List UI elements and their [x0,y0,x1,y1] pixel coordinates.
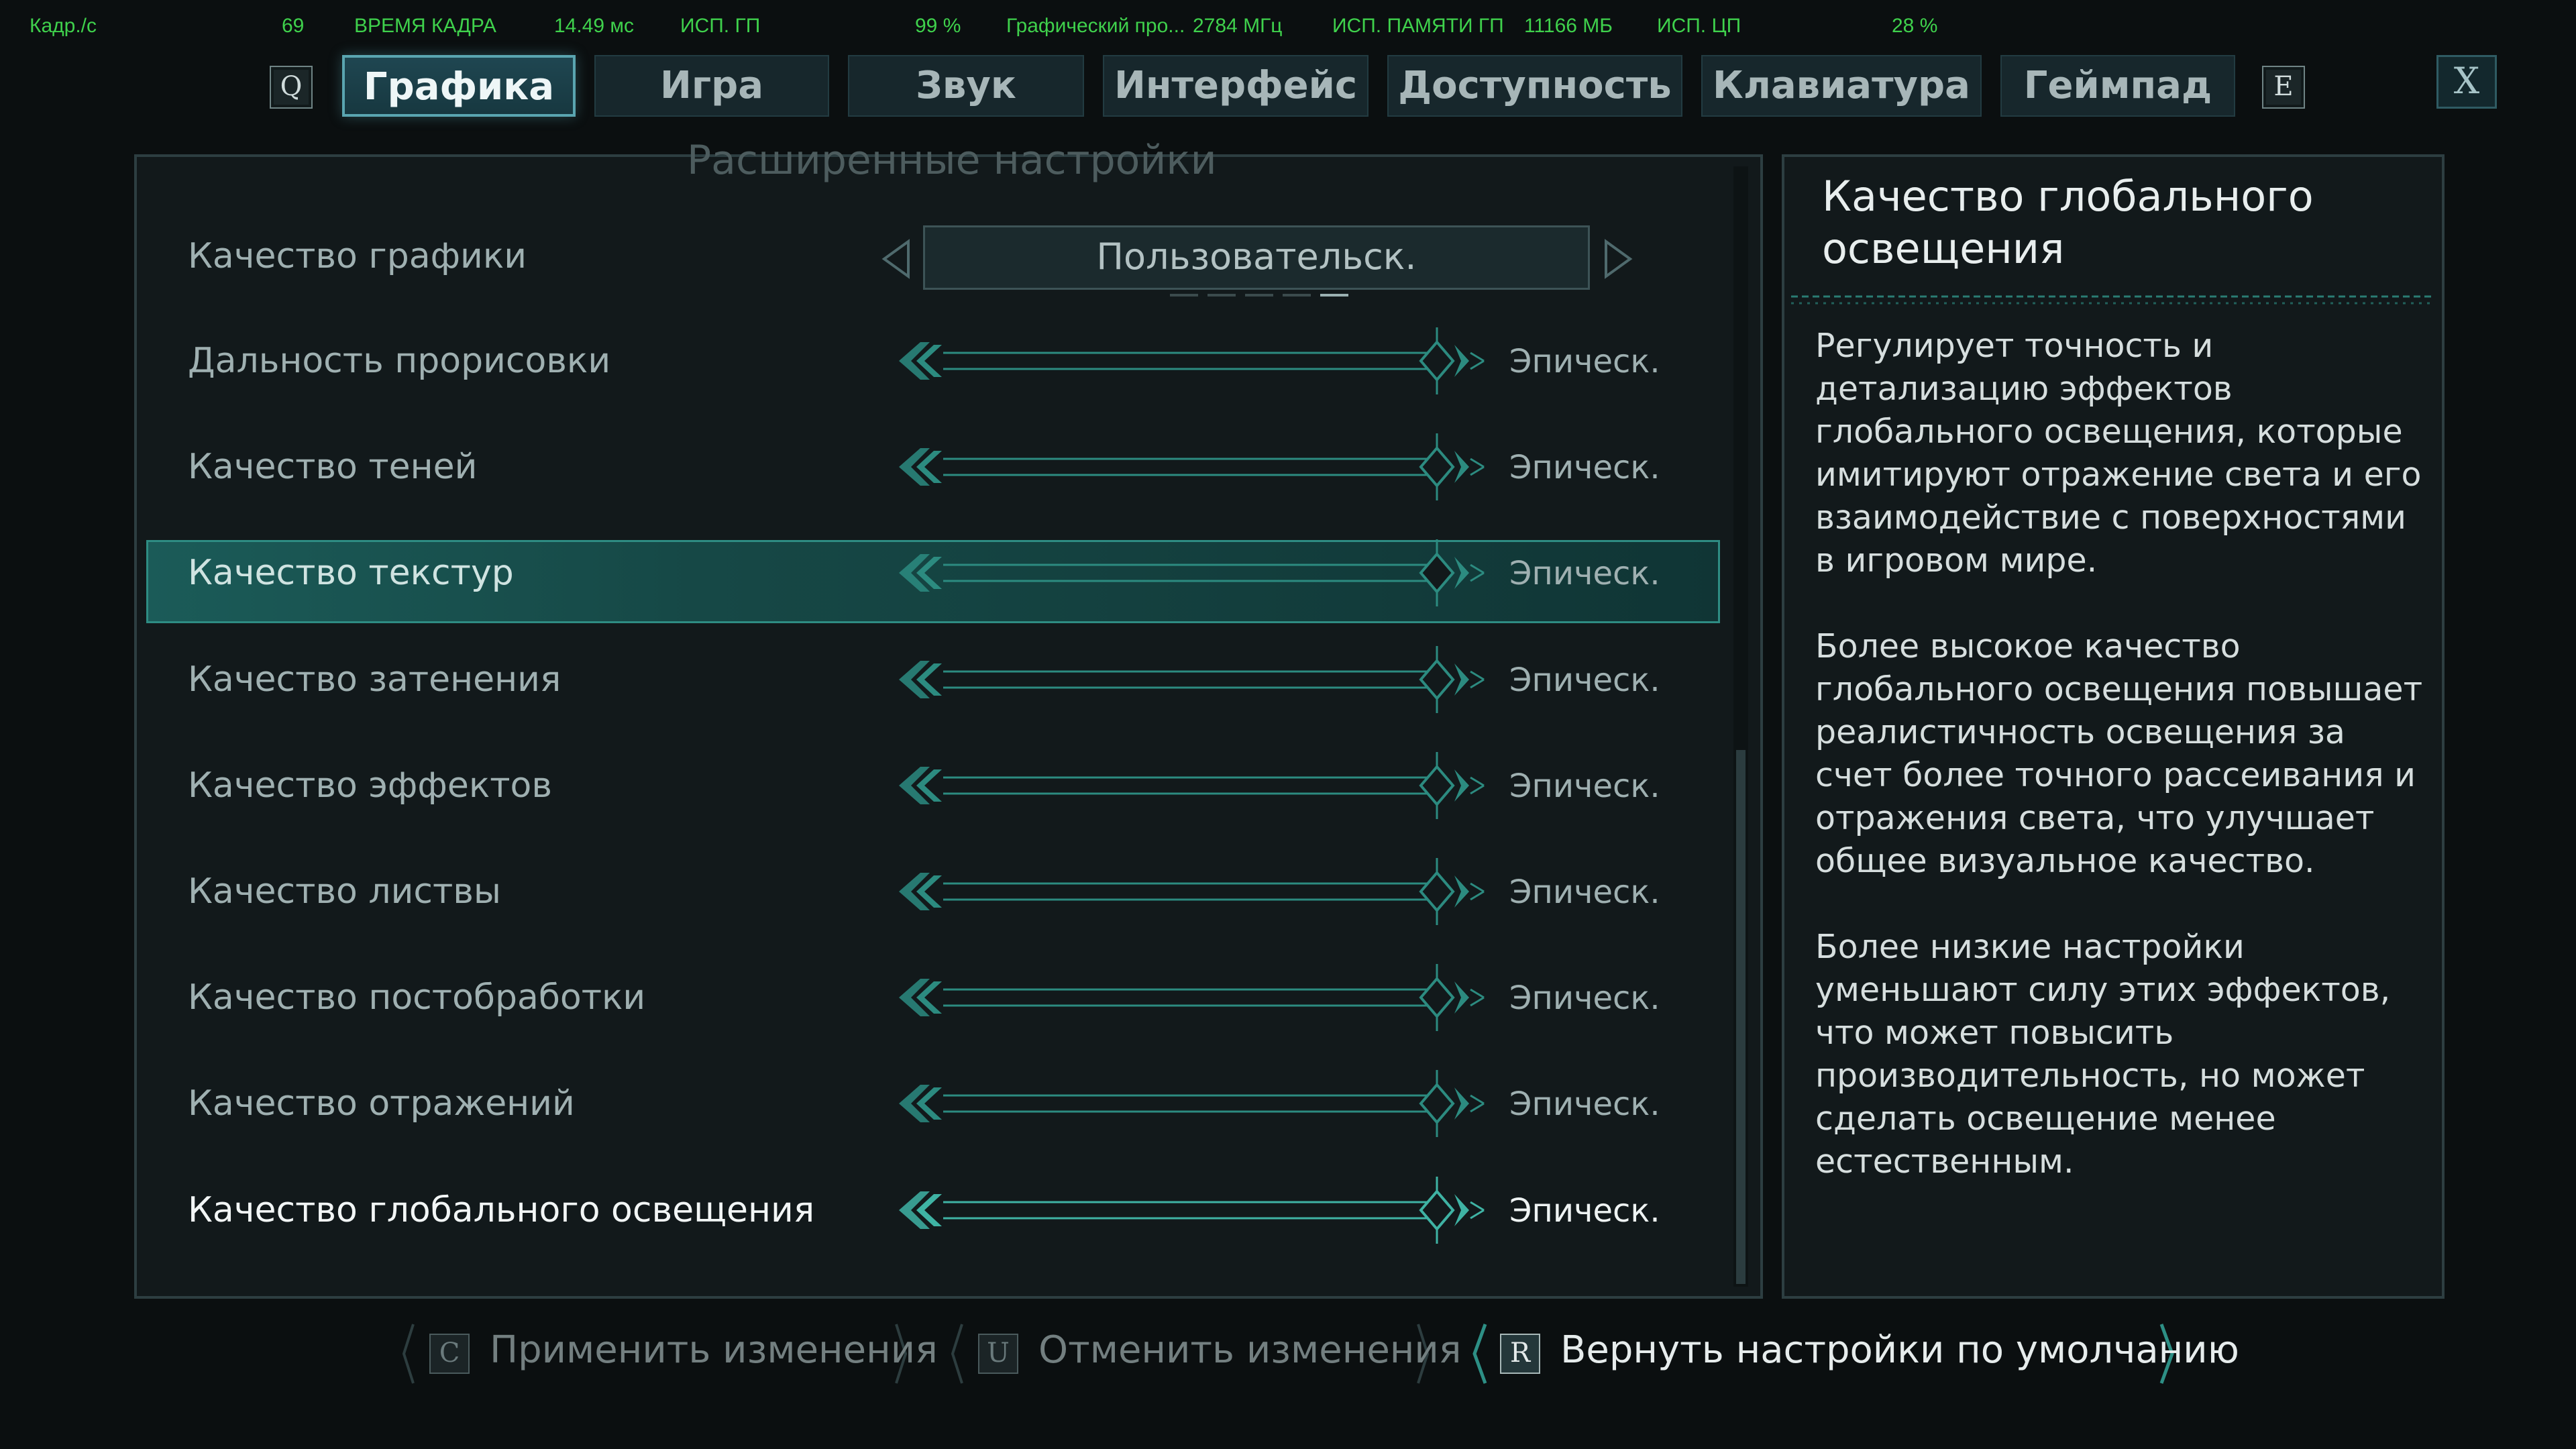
setting-value: Эпическ. [1509,873,1660,911]
tab-graphics[interactable]: Графика [342,55,576,117]
slider-track [899,1191,1485,1229]
section-title: Расширенные настройки [687,137,1217,184]
preset-dot [1245,294,1273,297]
quality-slider[interactable] [883,858,1497,925]
vram-label: ИСП. ПАМЯТИ ГП [1332,15,1504,37]
tab-game[interactable]: Игра [594,55,829,117]
apply-changes-button[interactable]: C Применить изменения [400,1320,938,1387]
next-tab-key-e[interactable]: E [2262,66,2305,109]
setting-value: Эпическ. [1509,767,1660,805]
tab-keyboard[interactable]: Клавиатура [1701,55,1982,117]
description-paragraph: Более низкие настройки уменьшают силу эт… [1815,928,2391,1181]
slider-track [899,767,1485,804]
description-title: Качество глобального освещения [1822,172,2314,273]
key-r: R [1500,1334,1540,1374]
decorative-divider [1791,295,2435,305]
setting-label: Качество затенения [188,659,561,700]
quality-slider[interactable] [883,752,1497,819]
slider-track [899,342,1485,380]
preset-dot [1208,294,1236,297]
slider-knob-icon[interactable] [1413,858,1477,925]
slider-track [899,554,1485,592]
quality-slider[interactable] [883,1177,1497,1244]
cpu-usage-value: 28 % [1892,15,1938,37]
slider-knob-icon[interactable] [1413,433,1477,500]
slider-knob-icon[interactable] [1413,646,1477,713]
setting-value: Эпическ. [1509,979,1660,1017]
preset-dot [1170,294,1198,297]
quality-slider[interactable] [883,1070,1497,1137]
tab-gamepad[interactable]: Геймпад [2000,55,2235,117]
slider-knob-icon[interactable] [1413,539,1477,606]
setting-value: Эпическ. [1509,449,1660,486]
cpu-usage-label: ИСП. ЦП [1657,15,1741,37]
slider-knob-icon[interactable] [1413,964,1477,1031]
setting-label: Качество текстур [188,553,514,593]
vram-value: 11166 МБ [1524,15,1613,37]
quality-slider[interactable] [883,646,1497,713]
description-panel: Качество глобального освещения Регулируе… [1782,154,2445,1299]
preset-dot [1283,294,1311,297]
quality-slider[interactable] [883,433,1497,500]
fps-label: Кадр./с [30,15,97,37]
slider-knob-icon[interactable] [1413,1070,1477,1137]
slider-track [899,661,1485,698]
preset-dots [1170,286,1358,299]
setting-label: Качество листвы [188,871,501,912]
setting-label: Качество отражений [188,1083,575,1124]
slider-knob-icon[interactable] [1413,327,1477,394]
quality-slider[interactable] [883,327,1497,394]
key-c: C [429,1334,470,1374]
scrollbar-thumb[interactable] [1736,750,1746,1284]
fps-value: 69 [282,15,305,37]
gpu-clock-label: Графический про... [1006,15,1185,37]
setting-label: Качество теней [188,447,478,487]
cancel-changes-label: Отменить изменения [1038,1328,1462,1372]
slider-track [899,873,1485,910]
graphics-quality-selector[interactable]: Пользовательск. [923,225,1590,290]
description-body: Регулирует точность и детализацию эффект… [1815,325,2426,1226]
gpu-usage-label: ИСП. ГП [680,15,761,37]
setting-label: Качество эффектов [188,765,552,806]
close-button[interactable]: X [2436,55,2497,109]
slider-track [899,448,1485,486]
cancel-changes-button[interactable]: U Отменить изменения [949,1320,1461,1387]
setting-value: Эпическ. [1509,1085,1660,1123]
description-paragraph: Более высокое качество глобального освещ… [1815,627,2423,880]
description-paragraph: Регулирует точность и детализацию эффект… [1815,327,2422,580]
frametime-value: 14.49 мс [554,15,635,37]
quality-slider[interactable] [883,539,1497,606]
tab-sound[interactable]: Звук [848,55,1084,117]
gpu-clock-value: 2784 МГц [1193,15,1283,37]
key-u: U [978,1334,1018,1374]
slider-knob-icon[interactable] [1413,1177,1477,1244]
setting-label: Качество глобального освещения [188,1190,815,1230]
setting-label: Дальность прорисовки [188,341,611,381]
tab-accessibility[interactable]: Доступность [1387,55,1682,117]
setting-value: Эпическ. [1509,343,1660,380]
setting-value: Эпическ. [1509,1192,1660,1230]
setting-label: Качество постобработки [188,977,646,1018]
apply-changes-label: Применить изменения [490,1328,938,1372]
gpu-usage-value: 99 % [915,15,961,37]
tab-interface[interactable]: Интерфейс [1103,55,1368,117]
slider-knob-icon[interactable] [1413,752,1477,819]
prev-tab-key-q[interactable]: Q [270,66,313,109]
slider-track [899,979,1485,1016]
graphics-quality-label: Качество графики [188,236,527,276]
preset-dot [1320,294,1348,297]
setting-value: Эпическ. [1509,661,1660,699]
frametime-label: ВРЕМЯ КАДРА [354,15,496,37]
reset-defaults-button[interactable]: R Вернуть настройки по умолчанию [1470,1320,2239,1387]
slider-track [899,1085,1485,1122]
reset-defaults-label: Вернуть настройки по умолчанию [1560,1328,2239,1372]
arrow-right-icon[interactable] [1601,239,1634,279]
setting-value: Эпическ. [1509,555,1660,592]
quality-slider[interactable] [883,964,1497,1031]
arrow-left-icon[interactable] [880,239,914,279]
